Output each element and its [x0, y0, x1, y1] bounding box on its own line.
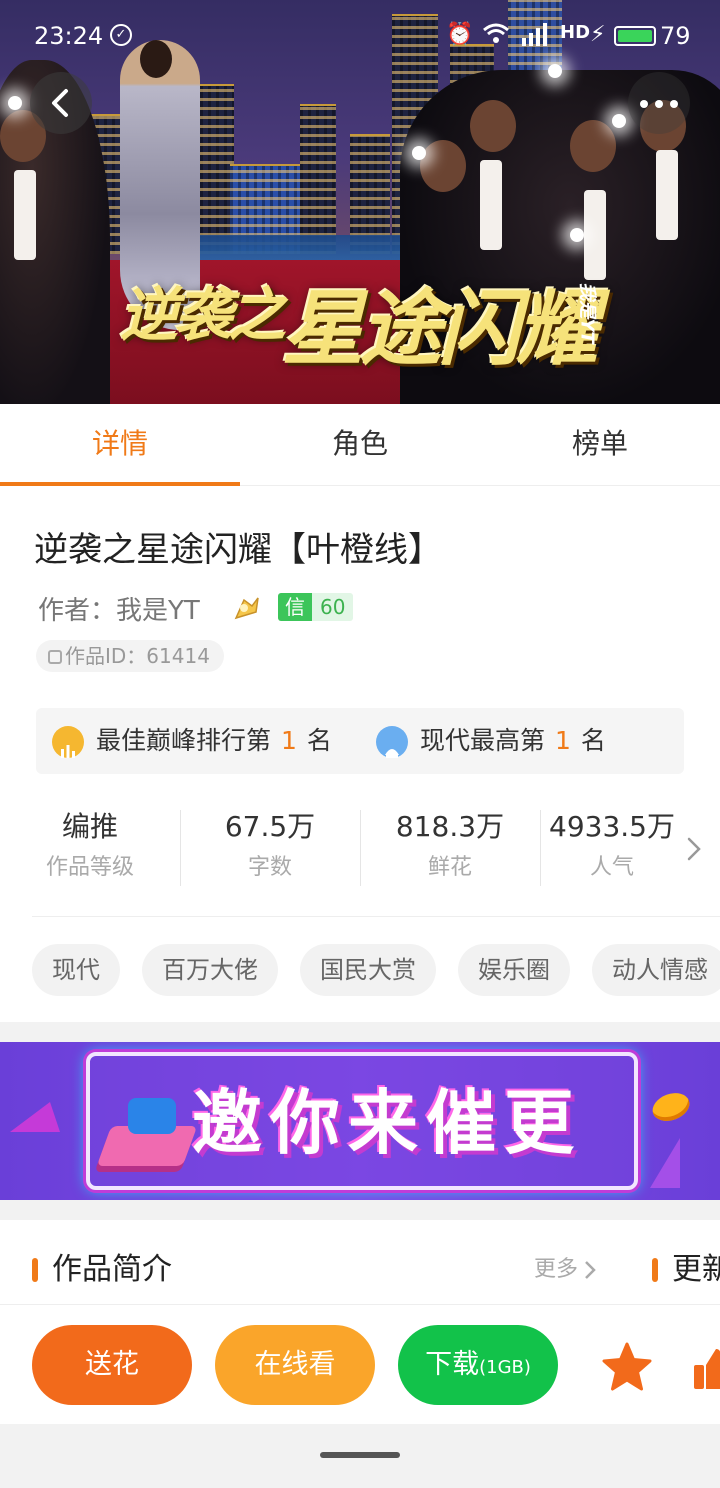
chevron-right-icon	[585, 1261, 596, 1279]
charging-icon: ⚡	[590, 22, 606, 47]
camera-flash	[8, 96, 22, 110]
battery-level: 79	[660, 22, 691, 50]
download-button[interactable]: 下载(1GB)	[398, 1325, 558, 1405]
stat-level: 编推 作品等级	[45, 810, 134, 880]
author-badge-icon	[234, 597, 259, 620]
tag-chip[interactable]: 百万大佬	[142, 944, 278, 996]
camera-flash	[412, 146, 426, 160]
status-bar: 23:24 ✓ ⏰ HD ⚡ 79	[0, 0, 720, 72]
back-button[interactable]	[30, 72, 92, 134]
banner-text: 邀你来催更	[192, 1082, 582, 1164]
tag-chip[interactable]: 娱乐圈	[458, 944, 570, 996]
chevron-right-icon[interactable]	[684, 834, 704, 864]
book-title: 逆袭之星途闪耀【叶橙线】	[34, 530, 442, 570]
stats-row[interactable]: 编推 作品等级 67.5万 字数 818.3万 鲜花 4933.5万 人气	[0, 804, 720, 894]
star-icon[interactable]	[600, 1341, 654, 1393]
stat-word-count: 67.5万 字数	[224, 810, 316, 880]
signal-icon	[520, 22, 550, 52]
cover-signature: 我是YT	[576, 282, 598, 344]
work-id-chip[interactable]: 作品ID：61414	[36, 640, 224, 672]
camera-flash	[570, 228, 584, 242]
tab-bar: 详情 角色 榜单	[0, 404, 720, 486]
more-dots-icon	[640, 100, 648, 108]
author-link[interactable]: 作者：我是YT	[38, 590, 200, 627]
action-bar: 送花 在线看 下载(1GB)	[0, 1304, 720, 1424]
tag-chip[interactable]: 现代	[32, 944, 120, 996]
section-title-updates: 更新	[672, 1252, 720, 1287]
section-title: 作品简介	[52, 1252, 172, 1287]
tag-chip[interactable]: 国民大赏	[300, 944, 436, 996]
credit-badge: 信 60	[278, 593, 354, 621]
system-nav-bar	[0, 1424, 720, 1488]
badge-icon	[376, 726, 408, 758]
synopsis-header: 作品简介 更多 更新	[0, 1220, 720, 1310]
divider	[32, 916, 720, 917]
chat-bubble-icon	[128, 1098, 176, 1134]
tag-chip[interactable]: 动人情感	[592, 944, 720, 996]
send-flower-button[interactable]: 送花	[32, 1325, 192, 1405]
hd-icon: HD	[560, 22, 591, 43]
battery-icon	[614, 26, 656, 46]
rank-peak[interactable]: 最佳巅峰排行第 1 名	[52, 708, 332, 774]
home-indicator[interactable]	[320, 1452, 400, 1458]
rank-box[interactable]: 最佳巅峰排行第 1 名 现代最高第 1 名	[36, 708, 684, 774]
chart-icon	[52, 726, 84, 758]
chevron-left-icon	[52, 89, 68, 117]
stat-popularity: 4933.5万 人气	[549, 810, 675, 880]
wifi-icon	[482, 22, 510, 50]
tab-characters[interactable]: 角色	[240, 404, 480, 485]
stat-flowers: 818.3万 鲜花	[395, 810, 505, 880]
clock: 23:24	[34, 22, 104, 50]
more-button[interactable]	[628, 72, 690, 134]
cover-title-art: 逆袭之星途闪耀	[120, 281, 598, 377]
alarm-icon: ⏰	[446, 22, 474, 47]
camera-flash	[612, 114, 626, 128]
tag-list: 现代 百万大佬 国民大赏 娱乐圈 动人情感	[32, 944, 720, 998]
check-circle-icon: ✓	[110, 24, 132, 46]
read-online-button[interactable]: 在线看	[215, 1325, 375, 1405]
book-info-card: 逆袭之星途闪耀【叶橙线】 作者：我是YT 信 60 作品ID：61414 最佳巅…	[0, 486, 720, 1022]
rank-modern[interactable]: 现代最高第 1 名	[376, 708, 606, 774]
thumb-up-icon[interactable]	[692, 1345, 720, 1391]
more-link[interactable]: 更多	[534, 1254, 596, 1286]
page: 逆袭之星途闪耀 我是YT 23:24 ✓ ⏰ HD ⚡ 79 详情 角色 榜单 …	[0, 0, 720, 1488]
tab-details[interactable]: 详情	[0, 404, 240, 486]
tab-rankings[interactable]: 榜单	[480, 404, 720, 485]
copy-icon	[48, 650, 62, 664]
coin-icon	[648, 1088, 694, 1126]
urge-update-banner[interactable]: 邀你来催更	[0, 1042, 720, 1200]
